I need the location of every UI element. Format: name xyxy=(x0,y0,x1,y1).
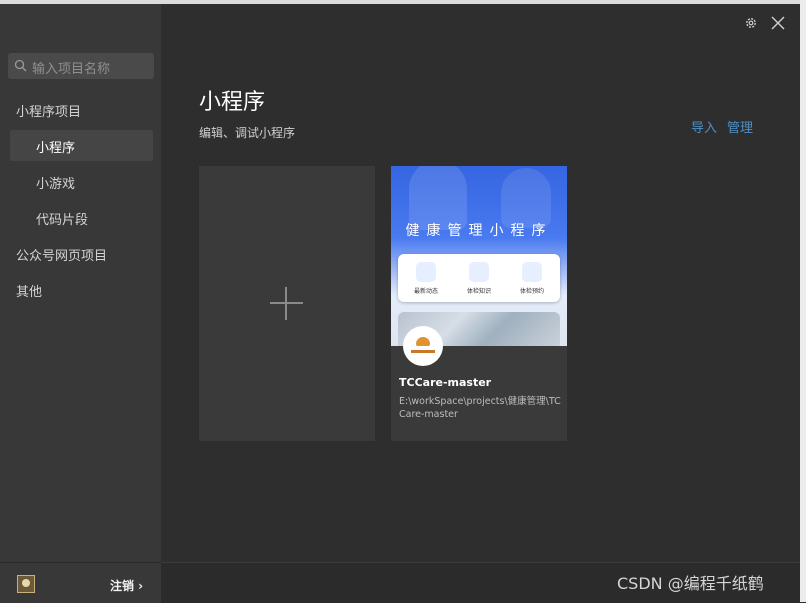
sidebar-group-miniprogram-projects[interactable]: 小程序项目 xyxy=(16,101,81,120)
search-icon xyxy=(14,59,27,72)
sidebar: 输入项目名称 小程序项目 小程序 小游戏 代码片段 公众号网页项目 其他 xyxy=(0,4,161,602)
sidebar-group-official-account-web[interactable]: 公众号网页项目 xyxy=(16,245,107,264)
page-subtitle: 编辑、调试小程序 xyxy=(199,126,296,140)
search-input[interactable]: 输入项目名称 xyxy=(32,58,110,77)
window-edge xyxy=(800,0,806,602)
sidebar-group-other[interactable]: 其他 xyxy=(16,281,42,300)
sidebar-item-code-snippets[interactable]: 代码片段 xyxy=(36,209,88,228)
sidebar-item-miniprogram[interactable]: 小程序 xyxy=(36,137,75,156)
project-window: 输入项目名称 小程序项目 小程序 小游戏 代码片段 公众号网页项目 其他 注销 … xyxy=(0,4,800,603)
medical-kit-icon xyxy=(469,262,489,282)
search-box[interactable]: 输入项目名称 xyxy=(8,53,154,79)
watermark: CSDN @编程千纸鹤 xyxy=(617,574,764,593)
gear-icon[interactable] xyxy=(744,16,758,30)
page-title: 小程序 xyxy=(199,90,266,115)
import-link[interactable]: 导入 xyxy=(691,117,717,136)
new-project-card[interactable] xyxy=(199,166,375,441)
avatar[interactable] xyxy=(17,575,35,593)
project-path: E:\workSpace\projects\健康管理\TCCare-master xyxy=(399,396,561,420)
sidebar-footer: 注销 › xyxy=(0,562,161,603)
manage-link[interactable]: 管理 xyxy=(727,117,753,136)
project-thumbnail: 健康管理小程序 最新动态 体检知识 体检预约 xyxy=(391,166,567,346)
sidebar-item-minigame[interactable]: 小游戏 xyxy=(36,173,75,192)
calendar-icon xyxy=(522,262,542,282)
feature-label: 体检预约 xyxy=(519,288,544,295)
project-name: TCCare-master xyxy=(399,376,492,389)
thumbnail-banner-title: 健康管理小程序 xyxy=(405,223,553,239)
feature-label: 体检知识 xyxy=(466,288,491,295)
sidebar-selection-highlight xyxy=(10,130,153,161)
project-logo xyxy=(403,326,443,366)
thumbnail-feature-panel: 最新动态 体检知识 体检预约 xyxy=(398,254,560,302)
logout-button[interactable]: 注销 › xyxy=(110,577,143,594)
speaker-icon xyxy=(416,262,436,282)
feature-label: 最新动态 xyxy=(413,288,438,295)
close-icon[interactable] xyxy=(770,15,786,31)
project-card[interactable]: 健康管理小程序 最新动态 体检知识 体检预约 TCCare-master E:\… xyxy=(391,166,567,441)
